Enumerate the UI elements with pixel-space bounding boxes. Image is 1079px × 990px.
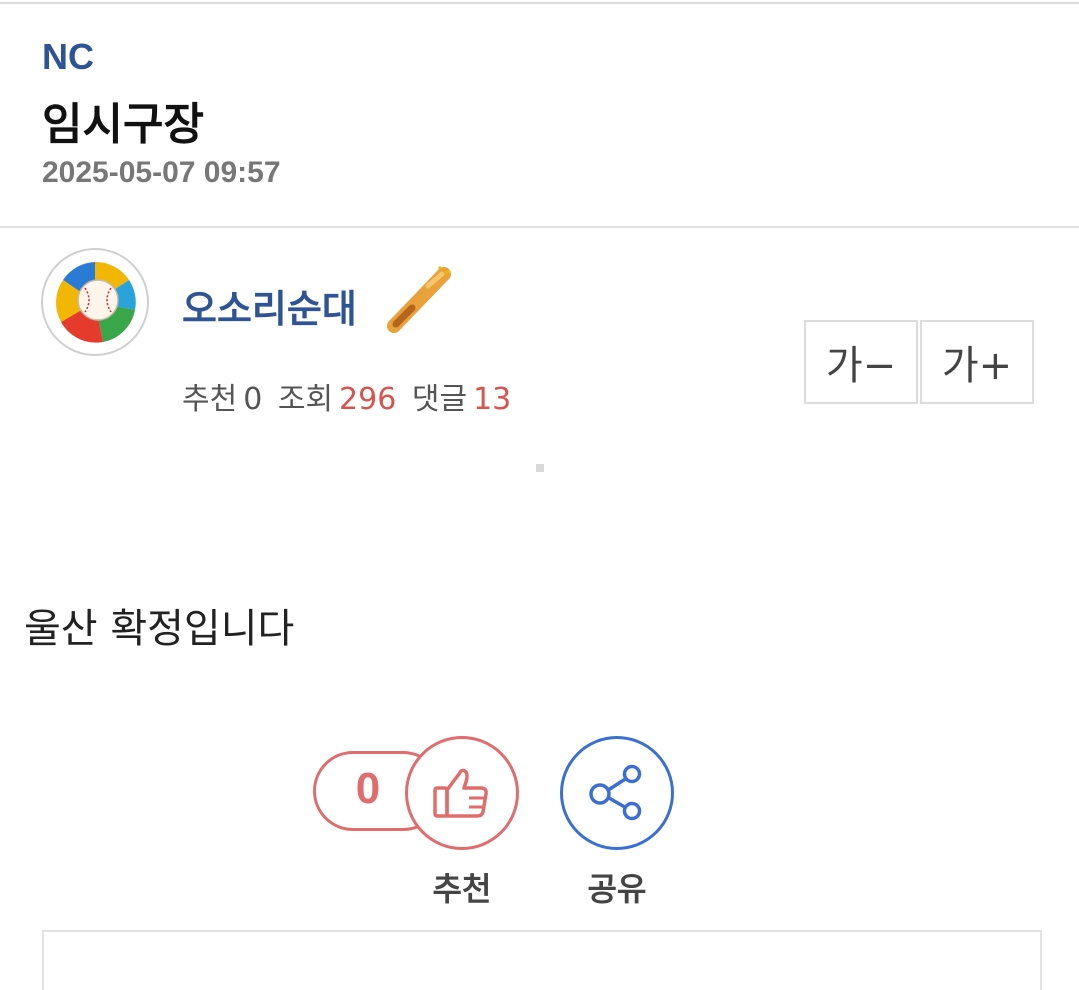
wbc-baseball-logo-icon	[55, 261, 136, 343]
comments-stat-count[interactable]: 13	[473, 382, 511, 417]
recommend-count: 0	[355, 764, 381, 813]
font-decrease-button[interactable]: 가−	[804, 320, 918, 404]
post-category[interactable]: NC	[42, 36, 94, 78]
comments-stat-label: 댓글	[411, 382, 468, 417]
views-stat-label: 조회	[277, 382, 334, 417]
recommend-label: 추천	[432, 870, 492, 908]
share-label: 공유	[587, 870, 647, 908]
font-increase-button[interactable]: 가+	[920, 320, 1034, 404]
top-border	[0, 2, 1079, 4]
recommend-button[interactable]	[405, 736, 519, 850]
author-name[interactable]: 오소리순대	[182, 278, 357, 333]
recommend-stat-label: 추천	[182, 382, 238, 417]
post-title: 임시구장	[42, 99, 204, 150]
post-body: 울산 확정입니다	[24, 606, 295, 652]
recommend-stat-count: 0	[243, 382, 263, 417]
share-icon	[589, 764, 642, 821]
header-divider	[0, 226, 1079, 228]
share-button[interactable]	[560, 736, 674, 850]
post-date: 2025-05-07 09:57	[42, 156, 281, 189]
post-stats: 추천 0 조회 296 댓글 13	[182, 374, 517, 418]
avatar[interactable]	[41, 248, 149, 356]
thumbs-up-icon	[433, 768, 488, 818]
bottom-panel	[42, 930, 1042, 990]
views-stat-count: 296	[339, 382, 397, 417]
placeholder-dot	[536, 464, 544, 472]
baseball-bat-icon	[378, 266, 458, 338]
